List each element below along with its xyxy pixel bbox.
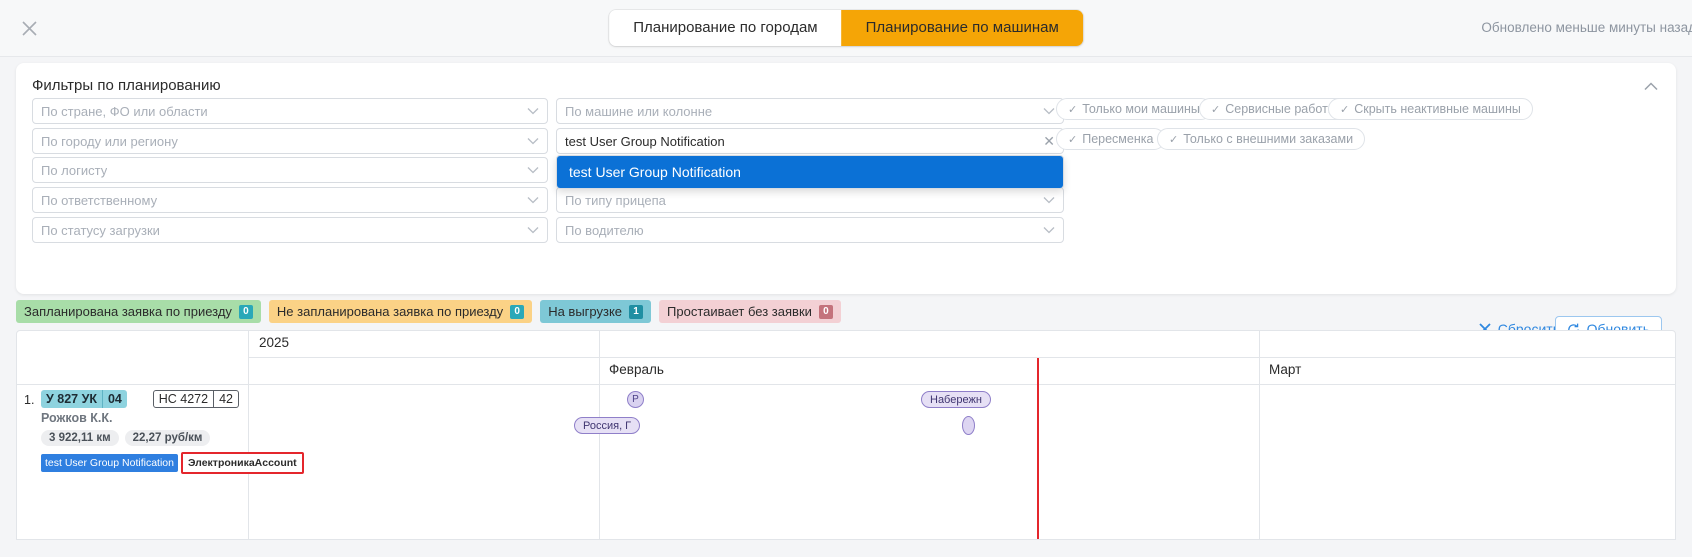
filter-country-region[interactable]: По стране, ФО или области: [32, 98, 548, 124]
chip-hide-inactive-vehicles[interactable]: ✓ Скрыть неактивные машины: [1328, 98, 1533, 120]
collapse-filters-button[interactable]: [1640, 75, 1662, 97]
check-icon: ✓: [1068, 133, 1078, 146]
marker-event-oval[interactable]: [962, 416, 975, 435]
check-icon: ✓: [1211, 103, 1221, 116]
gantt-month-label-march: Март: [1269, 362, 1302, 377]
metric-distance: 3 922,11 км: [41, 430, 119, 446]
filter-country-region-placeholder: По стране, ФО или области: [41, 103, 208, 119]
chevron-down-icon: [1043, 226, 1055, 234]
filter-city-placeholder: По городу или региону: [41, 133, 178, 149]
chip-shift-change[interactable]: ✓ Пересменка: [1056, 128, 1166, 150]
legend-label: Запланирована заявка по приезду: [24, 304, 232, 319]
chevron-down-icon: [527, 226, 539, 234]
chip-only-my-vehicles-label: Только мои машины: [1082, 102, 1200, 116]
chip-only-external-orders-label: Только с внешними заказами: [1183, 132, 1354, 146]
gantt-year-row: 2025: [249, 331, 1675, 358]
filter-user-group-input[interactable]: test User Group Notification ✕: [556, 128, 1064, 154]
filters-title: Фильтры по планированию: [32, 77, 221, 94]
filter-responsible-placeholder: По ответственному: [41, 192, 158, 208]
driver-name: Рожков К.К.: [41, 411, 113, 425]
filter-user-group-value: test User Group Notification: [565, 133, 725, 149]
vehicle-plate[interactable]: У 827 УК 04: [41, 390, 127, 408]
last-updated-text: Обновлено меньше минуты назад: [1481, 20, 1692, 35]
tab-planning-by-cities[interactable]: Планирование по городам: [609, 10, 842, 46]
trailer-plate-number: НС 4272: [158, 392, 209, 406]
filter-driver-placeholder: По водителю: [565, 222, 644, 238]
dropdown-option[interactable]: test User Group Notification: [557, 156, 1063, 188]
chip-hide-inactive-vehicles-label: Скрыть неактивные машины: [1354, 102, 1521, 116]
trailer-plate[interactable]: НС 4272 42: [152, 390, 239, 408]
chevron-down-icon: [1043, 196, 1055, 204]
marker-point[interactable]: P: [627, 391, 644, 408]
close-button[interactable]: [14, 13, 44, 43]
chip-only-my-vehicles[interactable]: ✓ Только мои машины: [1056, 98, 1212, 120]
filter-logist-placeholder: По логисту: [41, 162, 108, 178]
filter-trailer-type-placeholder: По типу прицепа: [565, 192, 666, 208]
legend-chip-not-planned-on-arrival[interactable]: Не запланирована заявка по приезду 0: [268, 300, 533, 323]
gantt-header-corner: [17, 331, 249, 385]
legend-label: Не запланирована заявка по приезду: [276, 304, 504, 319]
check-icon: ✓: [1169, 133, 1179, 146]
gantt-month-label-february: Февраль: [609, 362, 664, 377]
filter-trailer-type[interactable]: По типу прицепа: [556, 187, 1064, 213]
filter-load-status[interactable]: По статусу загрузки: [32, 217, 548, 243]
legend-label: На выгрузке: [548, 304, 623, 319]
legend-count: 0: [818, 304, 833, 319]
gantt-year-label: 2025: [259, 335, 290, 350]
legend-chip-unloading[interactable]: На выгрузке 1: [540, 300, 652, 323]
legend-label: Простаивает без заявки: [667, 304, 812, 319]
row-index: 1.: [24, 393, 35, 407]
filter-driver[interactable]: По водителю: [556, 217, 1064, 243]
check-icon: ✓: [1340, 103, 1350, 116]
legend-chip-planned-on-arrival[interactable]: Запланирована заявка по приезду 0: [16, 300, 261, 323]
gantt-chart: 2025 Февраль Март 1. У 827 УК 04 НС 4272…: [16, 330, 1676, 540]
chip-shift-change-label: Пересменка: [1082, 132, 1154, 146]
marker-location-naberezhnye[interactable]: Набережн: [921, 391, 991, 408]
chevron-up-icon: [1644, 81, 1658, 90]
vehicle-plate-number: У 827 УК: [46, 392, 97, 406]
check-icon: ✓: [1068, 103, 1078, 116]
user-group-dropdown: test User Group Notification: [556, 155, 1064, 189]
legend-count: 1: [629, 304, 644, 319]
metric-rate: 22,27 руб/км: [124, 430, 211, 446]
filter-responsible[interactable]: По ответственному: [32, 187, 548, 213]
filter-vehicle-placeholder: По машине или колонне: [565, 103, 713, 119]
filter-vehicle-or-fleet[interactable]: По машине или колонне: [556, 98, 1064, 124]
filters-panel: Фильтры по планированию По стране, ФО ил…: [16, 63, 1676, 342]
clear-icon[interactable]: ✕: [1037, 133, 1055, 150]
status-legend: Запланирована заявка по приезду 0 Не зап…: [16, 300, 841, 323]
trailer-plate-region: 42: [213, 391, 238, 407]
chip-service-works-label: Сервисные работы: [1225, 102, 1337, 116]
chevron-down-icon: [527, 196, 539, 204]
filter-city[interactable]: По городу или региону: [32, 128, 548, 154]
gantt-month-row: Февраль Март: [249, 358, 1675, 385]
gantt-row-lane: P Россия, Г Набережн: [249, 385, 1675, 539]
legend-chip-idle-no-order[interactable]: Простаивает без заявки 0: [659, 300, 841, 323]
chevron-down-icon: [1043, 107, 1055, 115]
vehicle-plate-region: 04: [101, 390, 127, 408]
close-icon: [21, 20, 37, 36]
view-tabs: Планирование по городам Планирование по …: [609, 10, 1083, 46]
tag-user-group[interactable]: test User Group Notification: [41, 454, 178, 472]
legend-count: 0: [238, 304, 253, 319]
filter-load-status-placeholder: По статусу загрузки: [41, 222, 160, 238]
top-bar: Планирование по городам Планирование по …: [0, 0, 1692, 57]
chevron-down-icon: [527, 107, 539, 115]
chip-service-works[interactable]: ✓ Сервисные работы: [1199, 98, 1349, 120]
chip-only-external-orders[interactable]: ✓ Только с внешними заказами: [1157, 128, 1366, 150]
chevron-down-icon: [527, 166, 539, 174]
tab-planning-by-vehicles[interactable]: Планирование по машинам: [841, 10, 1083, 46]
gantt-row-header: 1. У 827 УК 04 НС 4272 42 Рожков К.К. 3 …: [17, 385, 304, 539]
legend-count: 0: [510, 304, 525, 319]
filter-logist[interactable]: По логисту: [32, 157, 548, 183]
marker-location-russia[interactable]: Россия, Г: [574, 417, 641, 434]
vehicle-metrics: 3 922,11 км 22,27 руб/км: [41, 430, 211, 446]
chevron-down-icon: [527, 137, 539, 145]
